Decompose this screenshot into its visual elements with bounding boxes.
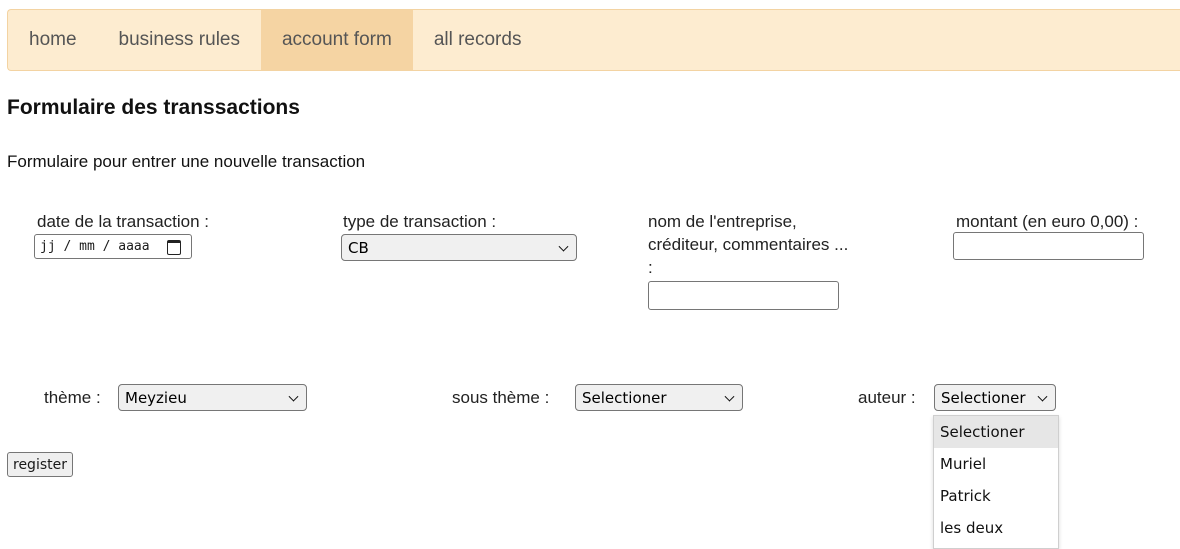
calendar-icon[interactable] <box>167 240 181 255</box>
auteur-select[interactable]: Selectioner <box>934 384 1056 411</box>
auteur-option-les-deux[interactable]: les deux <box>934 512 1058 544</box>
sous-theme-select[interactable]: Selectioner <box>575 384 743 411</box>
date-input[interactable]: jj / mm / aaaa <box>34 234 192 259</box>
auteur-label: auteur : <box>858 388 916 407</box>
register-button[interactable]: register <box>7 452 73 477</box>
type-label: type de transaction : <box>343 212 497 231</box>
nav-home[interactable]: home <box>8 10 98 70</box>
chevron-down-icon <box>1037 391 1048 402</box>
auteur-option-selectioner[interactable]: Selectioner <box>934 416 1058 448</box>
chevron-down-icon <box>724 391 735 402</box>
auteur-dropdown-list: Selectioner Muriel Patrick les deux <box>933 415 1059 549</box>
sous-theme-label: sous thème : <box>452 388 550 407</box>
page-title: Formulaire des transsactions <box>7 96 300 119</box>
nom-input[interactable] <box>648 281 839 310</box>
montant-label: montant (en euro 0,00) : <box>956 212 1139 231</box>
theme-select-value: Meyzieu <box>125 388 187 407</box>
type-select[interactable]: CB <box>341 234 577 261</box>
sous-theme-select-value: Selectioner <box>582 388 667 407</box>
date-placeholder: jj / mm / aaaa <box>40 239 150 254</box>
auteur-option-patrick[interactable]: Patrick <box>934 480 1058 512</box>
montant-input[interactable] <box>953 232 1144 260</box>
top-navbar: home business rules account form all rec… <box>7 9 1180 71</box>
theme-select[interactable]: Meyzieu <box>118 384 307 411</box>
nom-label-line2: créditeur, commentaires ... <box>648 235 849 254</box>
page-subtitle: Formulaire pour entrer une nouvelle tran… <box>7 152 366 171</box>
auteur-option-muriel[interactable]: Muriel <box>934 448 1058 480</box>
chevron-down-icon <box>558 241 569 252</box>
auteur-select-value: Selectioner <box>941 388 1026 407</box>
nom-label-line1: nom de l'entreprise, <box>648 212 797 231</box>
nav-all-records[interactable]: all records <box>413 10 543 70</box>
type-select-value: CB <box>348 238 369 257</box>
nav-business-rules[interactable]: business rules <box>98 10 261 70</box>
nom-label-line3: : <box>648 258 653 277</box>
chevron-down-icon <box>288 391 299 402</box>
nav-account-form[interactable]: account form <box>260 10 413 70</box>
date-label: date de la transaction : <box>37 212 210 231</box>
theme-label: thème : <box>44 388 101 407</box>
